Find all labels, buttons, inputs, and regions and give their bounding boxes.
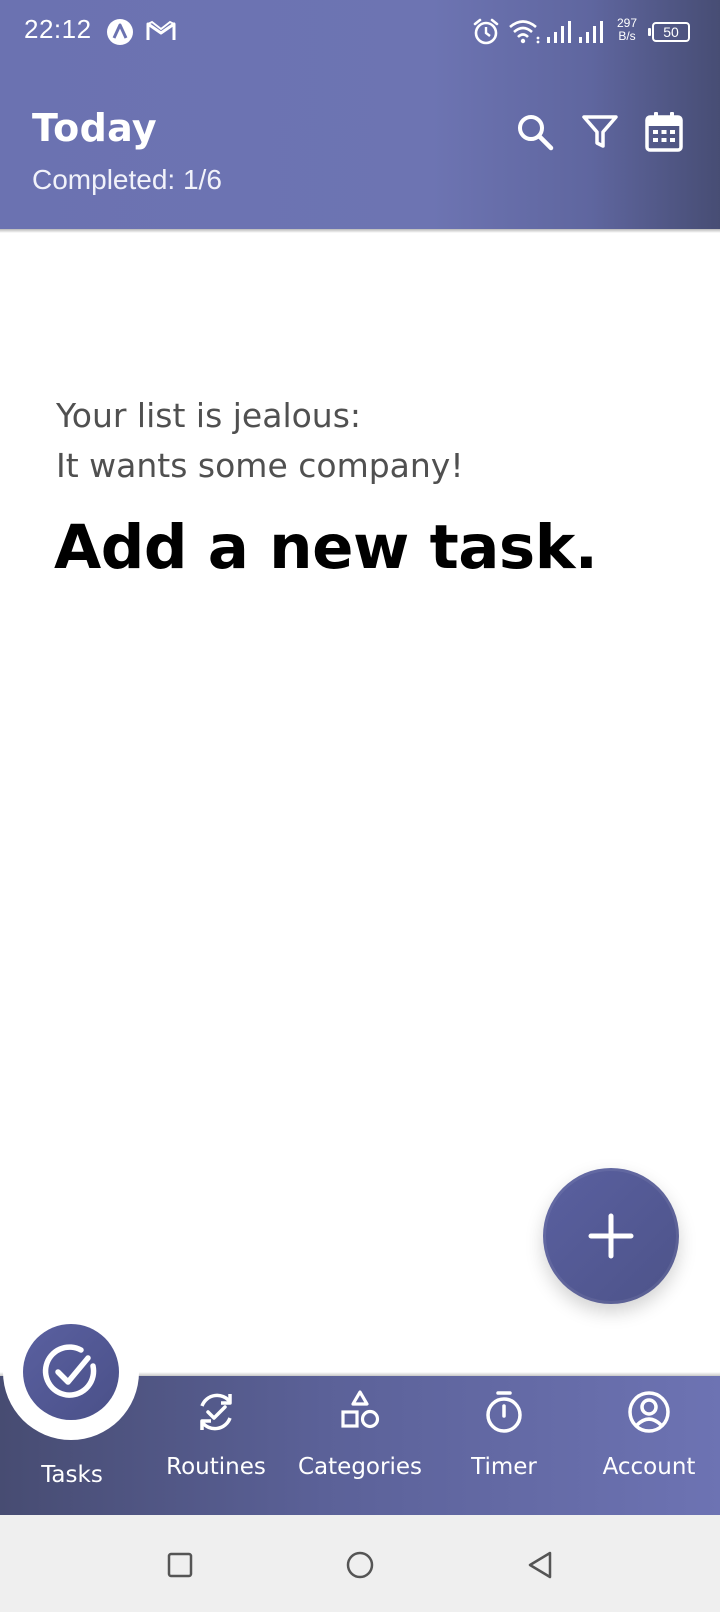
routine-refresh-icon: [200, 1393, 232, 1431]
recents-button[interactable]: [160, 1545, 200, 1585]
account-icon: [628, 1391, 670, 1433]
signal-icon: [578, 20, 608, 48]
add-task-button[interactable]: [543, 1168, 679, 1304]
back-button[interactable]: [520, 1545, 560, 1585]
stopwatch-icon: [486, 1391, 522, 1433]
battery-nub: [648, 28, 651, 36]
search-button[interactable]: [511, 108, 559, 156]
status-time: 22:12: [24, 14, 92, 44]
shapes-icon: [341, 1390, 380, 1429]
calendar-button[interactable]: [640, 108, 688, 156]
nav-item-timer[interactable]: Timer: [438, 1376, 570, 1515]
signal-icon: [546, 20, 576, 48]
gmail-icon: [146, 20, 176, 46]
home-button[interactable]: [340, 1545, 380, 1585]
nav-label-tasks[interactable]: Tasks: [0, 1462, 144, 1488]
empty-state-line-1: Your list is jealous:: [56, 396, 362, 435]
check-circle-icon: [42, 1344, 97, 1398]
status-bar: 22:12 297 B/s 50: [0, 0, 720, 64]
filter-button[interactable]: [576, 108, 624, 156]
nav-item-categories[interactable]: Categories: [282, 1376, 438, 1515]
empty-state-cta: Add a new task.: [54, 512, 598, 583]
circle-icon: [346, 1551, 374, 1579]
nav-item-tasks[interactable]: [23, 1324, 119, 1420]
nav-label-timer: Timer: [471, 1454, 537, 1480]
completed-count: Completed: 1/6: [32, 164, 222, 195]
page-title: Today: [32, 106, 157, 150]
empty-state-line-2: It wants some company!: [56, 446, 464, 485]
nav-label-routines: Routines: [166, 1454, 266, 1480]
wifi-icon: [508, 18, 542, 48]
calendar-icon: [645, 112, 683, 152]
nav-label-account: Account: [602, 1454, 696, 1480]
back-triangle-icon: [528, 1551, 552, 1579]
nav-item-account[interactable]: Account: [578, 1376, 720, 1515]
plus-icon: [588, 1213, 634, 1259]
search-icon: [518, 115, 554, 151]
net-speed-unit: B/s: [618, 29, 636, 43]
filter-icon: [582, 115, 618, 148]
header-shadow: [0, 229, 720, 233]
app-a-icon: [106, 18, 134, 50]
net-speed: 297 B/s: [617, 17, 637, 43]
nav-item-routines[interactable]: Routines: [150, 1376, 282, 1515]
battery-indicator: 50: [652, 22, 690, 42]
square-icon: [167, 1552, 193, 1578]
nav-label-categories: Categories: [298, 1454, 422, 1480]
alarm-icon: [471, 17, 501, 51]
